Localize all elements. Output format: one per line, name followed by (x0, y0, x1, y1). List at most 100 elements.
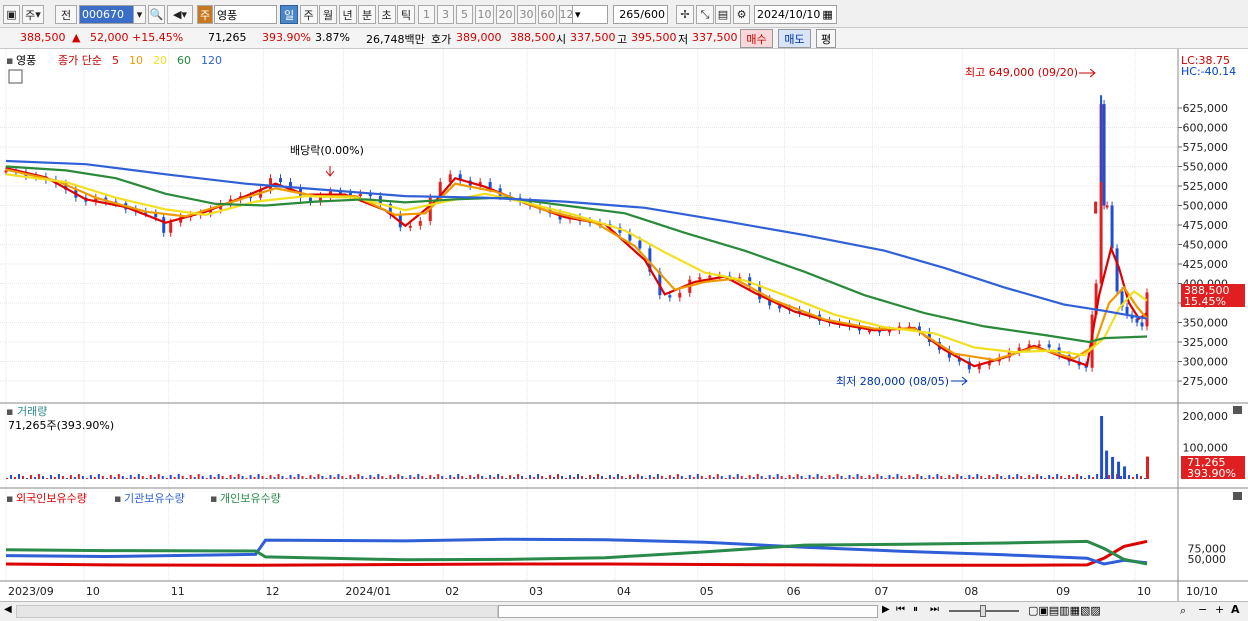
volume-bar (1088, 475, 1091, 479)
volume-bar (493, 477, 496, 479)
period-button-6[interactable]: 틱 (397, 5, 415, 24)
turnover-rate: 3.87% (315, 31, 350, 44)
ma-legend-60[interactable]: 60 (177, 54, 191, 67)
ask-price-1: 389,000 (456, 31, 502, 44)
period-button-0[interactable]: 일 (280, 5, 298, 24)
trend-tool-icon[interactable]: ⤡ (696, 5, 714, 24)
interval-button-0[interactable]: 1 (418, 5, 435, 24)
sell-button[interactable]: 매도 (778, 29, 811, 48)
zoom-in-icon[interactable]: + (1215, 603, 1224, 616)
volume-bar (852, 477, 855, 479)
volume-bar (553, 477, 556, 479)
volume-bar (604, 478, 607, 479)
volume-bar (289, 475, 292, 479)
interval-custom-select[interactable]: ▾ (572, 5, 608, 24)
eval-button[interactable]: 평 (816, 29, 836, 48)
holding-legend-1[interactable]: 기관보유수량 (124, 492, 185, 505)
pause-icon[interactable]: ⏸ (913, 604, 918, 615)
buy-button[interactable]: 매수 (740, 29, 773, 48)
save-icon[interactable]: ▤ (715, 5, 731, 24)
period-button-2[interactable]: 월 (319, 5, 337, 24)
zoom-slider-handle[interactable] (980, 605, 986, 617)
holding-panel-close-icon[interactable] (1233, 492, 1242, 500)
volume-value-label: 71,265주(393.90%) (8, 419, 114, 432)
volume-bar (820, 476, 823, 479)
ma-legend-5[interactable]: 5 (112, 54, 119, 67)
count-field[interactable]: 265/600 (613, 5, 668, 24)
zoom-reset-icon[interactable]: ⌕ (1180, 604, 1186, 618)
volume-spike (1111, 456, 1115, 479)
volume-bar (1144, 478, 1147, 479)
volume-bar (932, 477, 935, 479)
volume-bar (792, 477, 795, 479)
y-tick-price-8: 425,000 (1183, 258, 1229, 271)
top-toolbar: ▣ 주 ▾ 전 000670 ▾ 🔍 ◀▾ 주 영풍 일주월년분초틱 1 3 5 10 2… (0, 0, 1248, 28)
volume-bar (549, 475, 552, 479)
font-size-icon[interactable]: A (1231, 603, 1240, 616)
stock-code-input[interactable]: 000670 (79, 5, 137, 24)
volume-bar (413, 477, 416, 479)
interval-button-2[interactable]: 5 (456, 5, 473, 24)
ma-legend-120[interactable]: 120 (201, 54, 222, 67)
volume-bar (1052, 477, 1055, 479)
stock-name-field[interactable]: 영풍 (214, 5, 277, 24)
volume-bar (1092, 477, 1095, 479)
x-label-14: 10/10 (1186, 585, 1218, 598)
bottom-toolbar: ◀ ▶ ⏮ ⏸ ⏭ ▢▣▤▥▦▧▨ ⌕ − + A (0, 601, 1248, 621)
go-first-icon[interactable]: ⏮ (896, 604, 905, 615)
volume-bar (181, 476, 184, 479)
volume-bar (473, 477, 476, 479)
date-input[interactable]: 2024/10/10 ▦ (754, 5, 837, 24)
scroll-left-icon[interactable]: ◀ (4, 604, 12, 615)
volume-bar (668, 475, 671, 479)
zoom-out-icon[interactable]: − (1198, 603, 1207, 616)
interval-button-3[interactable]: 10 (475, 5, 494, 24)
settings-gear-icon[interactable]: ⚙ (733, 5, 750, 24)
market-select[interactable]: 주 ▾ (22, 5, 44, 24)
period-button-1[interactable]: 주 (299, 5, 318, 24)
high-annotation: 최고 649,000 (09/20) (965, 66, 1078, 79)
ma-legend-10[interactable]: 10 (129, 54, 143, 67)
volume-bar (736, 474, 739, 479)
calendar-icon[interactable]: ▦ (822, 8, 832, 21)
period-button-3[interactable]: 년 (338, 5, 357, 24)
stock-chart[interactable]: 625,000600,000575,000550,000525,000500,0… (0, 49, 1248, 602)
table-toggle-icon[interactable] (8, 69, 23, 84)
date-value: 2024/10/10 (757, 8, 821, 21)
code-dropdown-icon[interactable]: ▾ (133, 5, 146, 24)
scroll-track[interactable] (16, 605, 498, 618)
x-label-12: 09 (1056, 585, 1070, 598)
interval-button-1[interactable]: 3 (437, 5, 454, 24)
interval-button-5[interactable]: 30 (517, 5, 536, 24)
go-last-icon[interactable]: ⏭ (930, 604, 939, 615)
volume-title[interactable]: 거래량 (17, 405, 47, 418)
ma-legend-20[interactable]: 20 (153, 54, 167, 67)
price-stock-name[interactable]: 영풍 (16, 54, 36, 67)
indicator-label[interactable]: 종가 단순 (58, 54, 102, 67)
holding-legend-0[interactable]: 외국인보유수량 (16, 492, 87, 505)
volume-panel-close-icon[interactable] (1233, 406, 1242, 414)
volume-bar (221, 476, 224, 479)
volume-bar (632, 477, 635, 479)
volume-bar (988, 475, 991, 479)
volume-bar (868, 475, 871, 479)
dividend-annotation: 배당락(0.00%) (290, 144, 364, 157)
interval-button-4[interactable]: 20 (496, 5, 515, 24)
period-button-5[interactable]: 초 (377, 5, 396, 24)
crosshair-icon[interactable]: ✢ (676, 5, 694, 24)
x-label-5: 02 (445, 585, 459, 598)
speaker-icon[interactable]: ◀▾ (167, 5, 193, 24)
scroll-thumb[interactable] (498, 605, 878, 618)
period-select[interactable]: 전 (55, 5, 77, 24)
volume-bar (541, 476, 544, 479)
layout-icon[interactable]: ▣ (3, 5, 20, 24)
interval-button-6[interactable]: 60 (538, 5, 557, 24)
volume-bar (1120, 476, 1123, 479)
period-button-4[interactable]: 분 (358, 5, 376, 24)
volume-bar (545, 478, 548, 479)
volume-ratio: 393.90% (262, 31, 311, 44)
tool-icons[interactable]: ▢▣▤▥▦▧▨ (1028, 604, 1101, 617)
scroll-right-icon[interactable]: ▶ (882, 604, 890, 615)
search-icon[interactable]: 🔍 (148, 5, 165, 24)
holding-legend-2[interactable]: 개인보유수량 (220, 492, 281, 505)
